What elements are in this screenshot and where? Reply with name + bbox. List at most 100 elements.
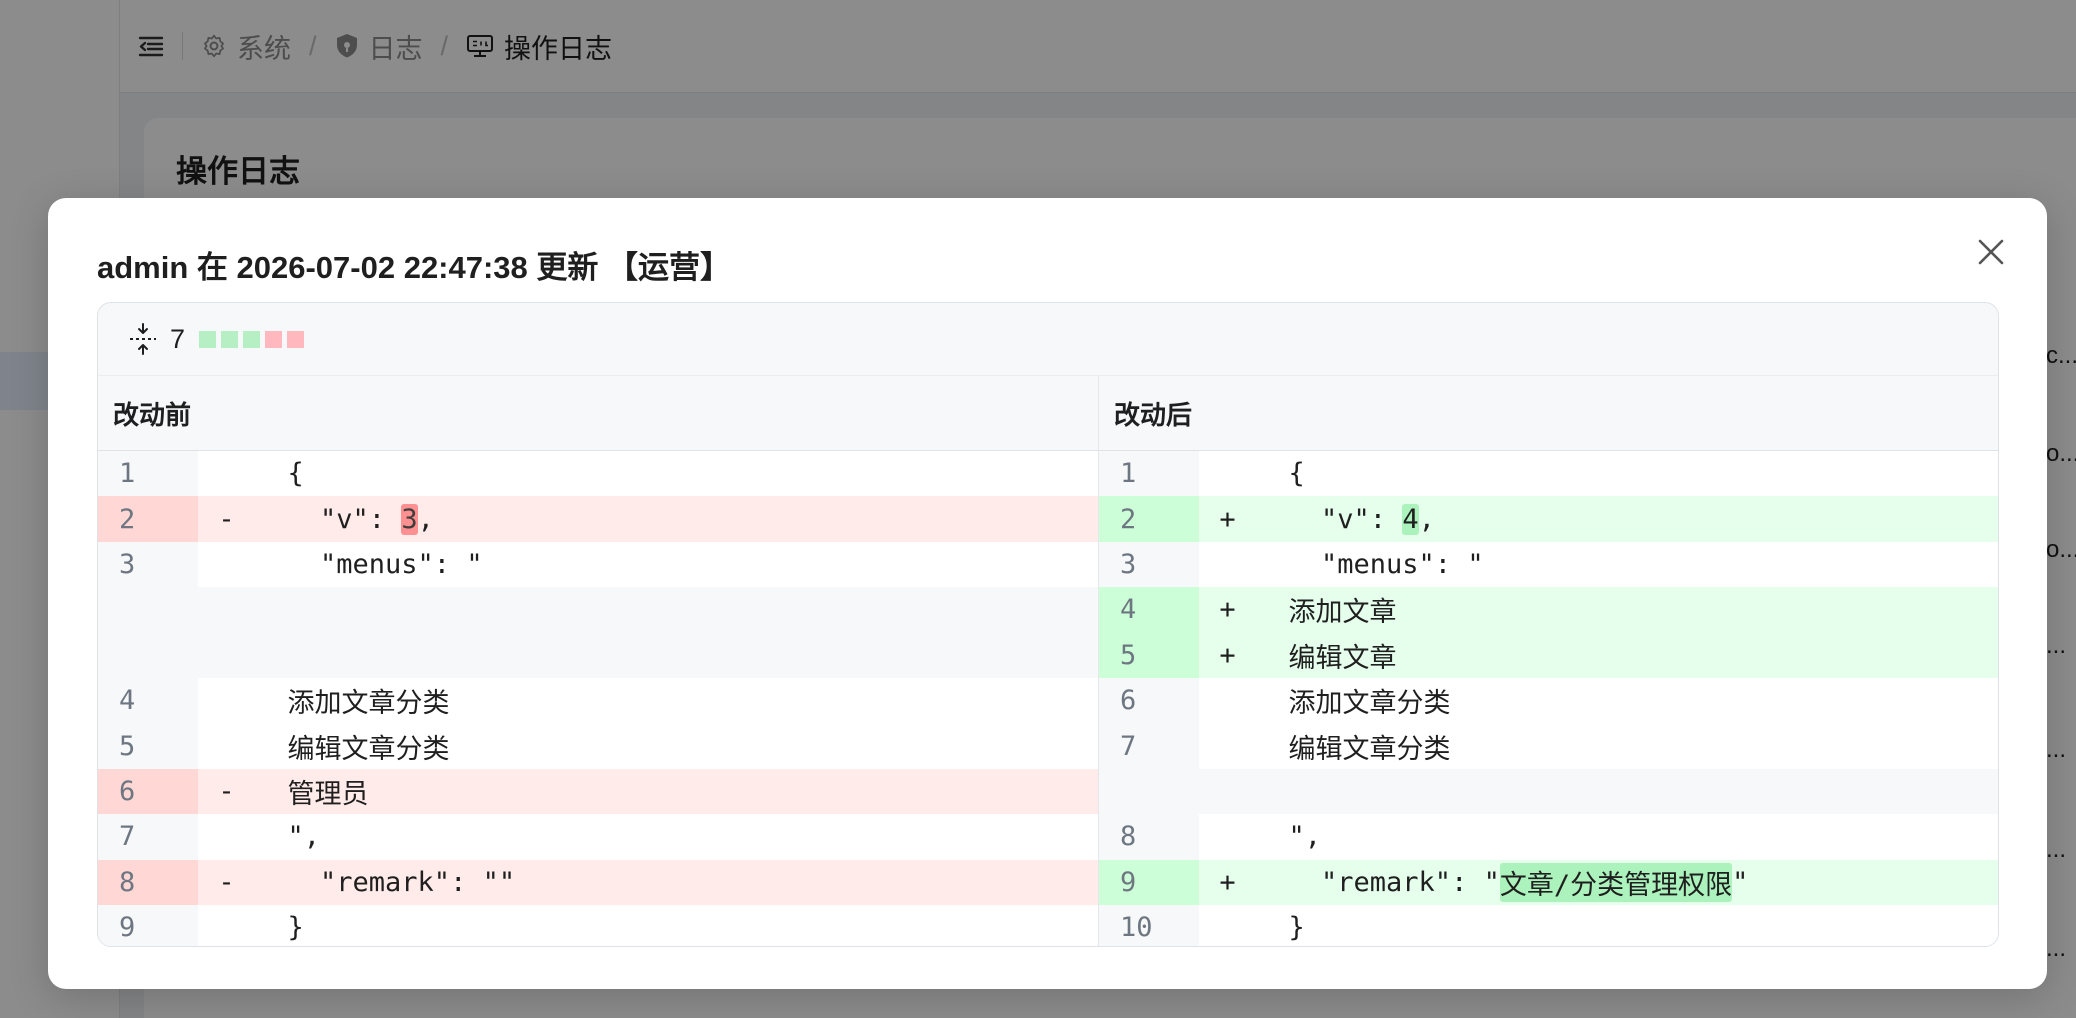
line-text: "v": (255, 503, 402, 535)
line-code: { (1199, 451, 1998, 497)
removed-marker: - (218, 866, 235, 898)
modal-title: admin 在 2026-07-02 22:47:38 更新 【运营】 (97, 250, 732, 285)
line-code: ", (1199, 814, 1998, 860)
diff-toolbar: 7 (98, 303, 1998, 375)
before-diff-line: 7 ", (98, 814, 1098, 860)
before-diff-line: 6- 管理员 (98, 768, 1098, 815)
line-number: 5 (1099, 632, 1199, 678)
before-diff-line: 9 } (98, 904, 1098, 946)
before-diff-line (98, 587, 1098, 633)
before-diff-line: 1 { (98, 451, 1098, 497)
after-diff-line: 4 + 添加文章 (1099, 587, 1998, 633)
diff-rows: 1 {2- "v": 3,3 "menus": " 4 添加文章分类 5 编辑文章分… (98, 451, 1998, 946)
after-diff-line: 9 + "remark": " 文章/分类管理权限 " (1099, 859, 1998, 905)
line-code: 编辑文章分类 (1199, 723, 1998, 769)
before-diff-line: 3 "menus": " (98, 541, 1098, 588)
line-text: } (255, 912, 304, 944)
line-text: { (255, 458, 304, 490)
line-number: 3 (1099, 541, 1199, 588)
line-text: } (1256, 912, 1305, 944)
line-number: 2 (1099, 496, 1199, 542)
line-number: 2 (98, 496, 198, 542)
diff-viewer: 7 改动前 改动后 1 {2- "v": 3,3 "menus": " 4 添加文… (97, 302, 1999, 947)
line-code: { (198, 451, 1098, 497)
line-text: 添加文章 (1256, 597, 1397, 629)
line-code: "menus": " (1199, 541, 1998, 588)
before-diff-line: 2- "v": 3, (98, 496, 1098, 542)
before-diff-line (98, 632, 1098, 678)
added-marker: + (1219, 594, 1236, 626)
line-number: 7 (1099, 723, 1199, 769)
after-pane: 1 {2 + "v": 4,3 "menus": " 4 + 添加文章 5 + 编辑文章 6… (1099, 451, 1998, 946)
stat-block-added (221, 330, 239, 348)
after-diff-line: 7 编辑文章分类 (1099, 723, 1998, 769)
stat-block-added (243, 330, 261, 348)
line-code: + "remark": " 文章/分类管理权限 " (1199, 859, 1998, 905)
line-number: 10 (1099, 904, 1199, 946)
after-diff-line: 2 + "v": 4, (1099, 496, 1998, 542)
stat-block-removed (265, 330, 283, 348)
line-text: 编辑文章分类 (1256, 733, 1451, 765)
after-diff-line: 8 ", (1099, 814, 1998, 860)
line-text-tail: , (1418, 503, 1435, 535)
line-text: 编辑文章 (1256, 642, 1397, 674)
line-text: "v": (1256, 503, 1403, 535)
line-code: 编辑文章分类 (198, 723, 1098, 769)
before-diff-line: 4 添加文章分类 (98, 677, 1098, 724)
line-number: 1 (98, 451, 198, 497)
removed-word: 3 (401, 503, 418, 535)
line-text: ", (1256, 821, 1322, 853)
line-number: 8 (98, 859, 198, 905)
after-diff-line: 6 添加文章分类 (1099, 677, 1998, 724)
line-text: ", (255, 821, 321, 853)
line-text: "menus": " (1256, 548, 1484, 580)
after-diff-line: 10 } (1099, 904, 1998, 946)
line-code (198, 587, 1098, 633)
close-icon[interactable] (1973, 234, 2009, 270)
line-text: 添加文章分类 (1256, 688, 1451, 720)
before-header: 改动前 (98, 376, 1099, 450)
line-code: 添加文章分类 (1199, 677, 1998, 724)
line-number: 6 (98, 768, 198, 815)
line-code (1199, 768, 1998, 815)
line-number: 9 (98, 904, 198, 946)
added-marker: + (1219, 503, 1236, 535)
diff-stat-blocks (199, 324, 309, 355)
before-diff-line: 8- "remark": "" (98, 859, 1098, 905)
line-code: - "remark": "" (198, 859, 1098, 905)
after-diff-line: 1 { (1099, 451, 1998, 497)
line-text: "menus": " (255, 548, 483, 580)
line-code: + 添加文章 (1199, 587, 1998, 633)
line-code (198, 632, 1098, 678)
line-number (98, 632, 198, 678)
line-number: 5 (98, 723, 198, 769)
line-code: ", (198, 814, 1098, 860)
line-number: 3 (98, 541, 198, 588)
removed-marker: - (218, 503, 235, 535)
added-marker: + (1219, 866, 1236, 898)
line-code: "menus": " (198, 541, 1098, 588)
before-pane: 1 {2- "v": 3,3 "menus": " 4 添加文章分类 5 编辑文章分… (98, 451, 1099, 946)
line-number (1099, 768, 1199, 815)
removed-marker: - (218, 775, 235, 807)
added-word: 4 (1402, 503, 1419, 535)
before-diff-line: 5 编辑文章分类 (98, 723, 1098, 769)
line-text-tail: " (1732, 866, 1749, 898)
line-number: 1 (1099, 451, 1199, 497)
stat-block-added (199, 330, 217, 348)
line-code: } (198, 904, 1098, 946)
line-number: 8 (1099, 814, 1199, 860)
after-diff-line: 3 "menus": " (1099, 541, 1998, 588)
line-text: 管理员 (255, 778, 369, 810)
line-text: 添加文章分类 (255, 688, 450, 720)
stat-block-removed (287, 330, 305, 348)
diff-modal: admin 在 2026-07-02 22:47:38 更新 【运营】 7 改动… (48, 198, 2047, 989)
line-text: 编辑文章分类 (255, 733, 450, 765)
fold-unfold-icon[interactable] (128, 322, 158, 356)
line-number: 4 (1099, 587, 1199, 633)
line-code: 添加文章分类 (198, 677, 1098, 724)
after-diff-line (1099, 768, 1998, 815)
diff-column-headers: 改动前 改动后 (98, 375, 1998, 451)
line-number: 9 (1099, 859, 1199, 905)
line-text: "remark": " (1256, 866, 1500, 898)
